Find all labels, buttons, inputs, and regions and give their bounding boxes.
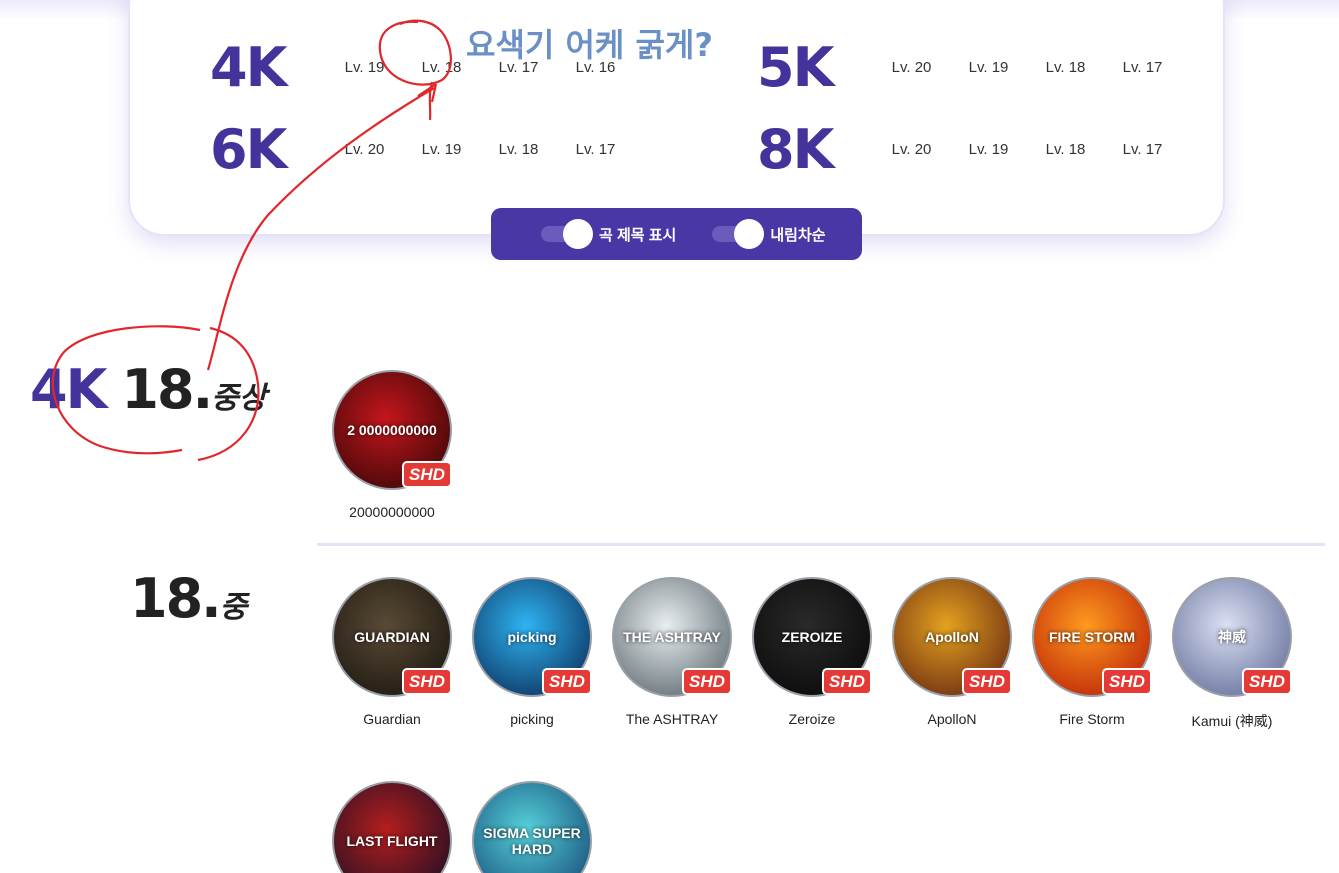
tier-level: 18. [121,358,213,421]
song-title: Fire Storm [1059,711,1125,727]
difficulty-badge: SHD [1102,668,1152,695]
tier-heading-18-upper: 4K 18.중상 [30,358,266,421]
level-link-6k-20[interactable]: Lv. 20 [326,141,403,158]
song-jacket: LAST FLIGHT [332,781,452,873]
song-title: The ASHTRAY [625,711,719,727]
level-link-5k-17[interactable]: Lv. 17 [1104,59,1181,76]
key-label: 6K [210,117,287,181]
level-link-6k-17[interactable]: Lv. 17 [557,141,634,158]
song-title: picking [510,711,554,727]
level-link-8k-19[interactable]: Lv. 19 [950,141,1027,158]
difficulty-badge: SHD [1242,668,1292,695]
song-card[interactable]: ZEROIZE Zeroize SHD [742,577,882,727]
section-divider [317,543,1325,546]
jacket-art: SIGMA SUPER HARD [483,825,581,857]
level-link-6k-18[interactable]: Lv. 18 [480,141,557,158]
difficulty-badge: SHD [962,668,1012,695]
level-link-8k-20[interactable]: Lv. 20 [873,141,950,158]
annotation-text: 요색기 어케 굵게? [466,26,713,64]
show-title-toggle[interactable] [541,219,593,249]
level-link-8k-17[interactable]: Lv. 17 [1104,141,1181,158]
toggle-knob [734,219,765,249]
toggle-knob [563,219,593,249]
song-jacket: SIGMA SUPER HARD [472,781,592,873]
song-title: Guardian [363,711,421,727]
song-title: ApolloN [927,711,977,727]
show-title-label: 곡 제목 표시 [599,226,677,244]
difficulty-badge: SHD [402,461,452,488]
difficulty-badge: SHD [542,668,592,695]
song-title: 20000000000 [349,504,435,520]
song-card[interactable]: FIRE STORM Fire Storm SHD [1022,577,1162,727]
difficulty-badge: SHD [402,668,452,695]
level-link-5k-18[interactable]: Lv. 18 [1027,59,1104,76]
song-card[interactable]: ApolloN ApolloN SHD [882,577,1022,727]
options-bar: 곡 제목 표시 내림차순 [491,208,862,260]
tier-sublevel: 중 [219,590,248,625]
key-row-5k: 5K Lv. 20 Lv. 19 Lv. 18 Lv. 17 [757,35,1181,99]
song-card[interactable]: LAST FLIGHT [322,781,462,873]
key-label: 8K [757,117,834,181]
level-link-4k-19[interactable]: Lv. 19 [326,59,403,76]
tier-sublevel: 중상 [211,381,267,416]
song-title: Zeroize [788,711,836,727]
song-title: Kamui (神威) [1191,713,1273,729]
key-label: 5K [757,35,834,99]
song-card[interactable]: SIGMA SUPER HARD [462,781,602,873]
level-link-6k-19[interactable]: Lv. 19 [403,141,480,158]
key-row-8k: 8K Lv. 20 Lv. 19 Lv. 18 Lv. 17 [757,117,1181,181]
song-card[interactable]: 2 0000000000 20000000000 SHD [322,370,462,520]
level-link-8k-18[interactable]: Lv. 18 [1027,141,1104,158]
tier-heading-18-mid: 18.중 [130,567,247,630]
difficulty-badge: SHD [682,668,732,695]
key-row-6k: 6K Lv. 20 Lv. 19 Lv. 18 Lv. 17 [210,117,634,181]
song-card[interactable]: 神威 Kamui (神威) SHD [1162,577,1302,731]
jacket-art: LAST FLIGHT [346,833,438,849]
tier-key: 4K [30,358,107,421]
tier-level: 18. [130,567,222,630]
descending-label: 내림차순 [770,226,826,244]
level-link-5k-20[interactable]: Lv. 20 [873,59,950,76]
descending-toggle[interactable] [712,219,765,249]
song-card[interactable]: picking picking SHD [462,577,602,727]
key-label: 4K [210,35,287,99]
song-card[interactable]: GUARDIAN Guardian SHD [322,577,462,727]
song-card[interactable]: THE ASHTRAY The ASHTRAY SHD [602,577,742,727]
difficulty-badge: SHD [822,668,872,695]
level-link-5k-19[interactable]: Lv. 19 [950,59,1027,76]
